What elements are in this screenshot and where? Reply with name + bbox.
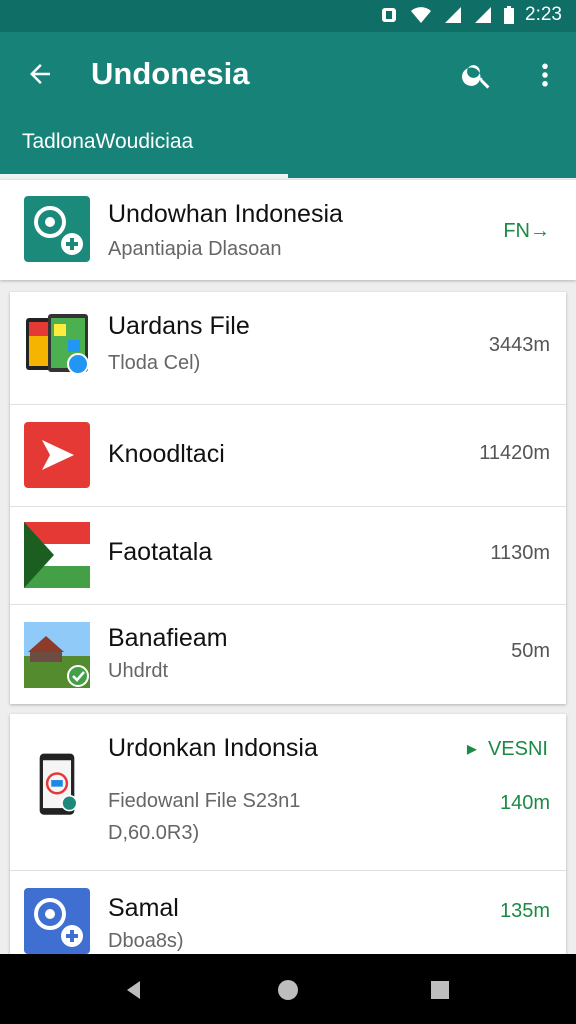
list-item[interactable]: Urdonkan Indonsia ▸ VESNI Fiedowanl File…	[10, 714, 566, 871]
list-item[interactable]: Faotatala 1130m	[10, 506, 566, 605]
featured-item[interactable]: Undowhan Indonesia Apantiapia Dlasoan FN…	[0, 180, 576, 280]
play-icon: ▸	[466, 738, 488, 760]
item-title: Knoodltaci	[108, 440, 225, 468]
download-list-2: Urdonkan Indonsia ▸ VESNI Fiedowanl File…	[10, 714, 566, 964]
item-size: 135m	[499, 900, 550, 922]
signal-icon-2	[475, 7, 492, 23]
list-item[interactable]: Banafieam Uhdrdt 50m	[10, 604, 566, 704]
app-bar: Undonesia TadlonaWoudiciaa	[0, 32, 576, 178]
download-list: Uardans File Tloda Cel) 3443m Knoodltaci…	[10, 292, 566, 704]
install-label: VESNI	[487, 738, 548, 760]
page-title: Undonesia	[91, 56, 250, 91]
more-options-button[interactable]	[524, 54, 566, 96]
list-item[interactable]: Knoodltaci 11420m	[10, 404, 566, 507]
wifi-icon	[411, 7, 432, 23]
item-title: Banafieam	[108, 624, 228, 652]
link-app-icon	[24, 888, 90, 954]
item-title: Uardans File	[108, 312, 250, 340]
install-button[interactable]: ▸ VESNI	[467, 736, 548, 761]
battery-icon	[504, 6, 515, 24]
tab-active[interactable]: TadlonaWoudiciaa	[0, 126, 288, 178]
tab-indicator	[0, 174, 288, 178]
phone-app-icon	[39, 753, 78, 815]
item-title: Urdonkan Indonsia	[108, 734, 318, 762]
item-subtitle-2: D,60.0R3)	[108, 822, 200, 844]
nav-home-button[interactable]	[266, 968, 310, 1012]
navigation-bar	[0, 954, 576, 1024]
flag-app-icon	[24, 522, 90, 588]
signal-icon	[445, 7, 462, 23]
item-title: Faotatala	[108, 538, 213, 566]
featured-action-button[interactable]: FN→	[503, 220, 550, 243]
app-icon-link	[24, 196, 90, 262]
search-button[interactable]	[456, 54, 498, 96]
item-size: 50m	[511, 640, 550, 662]
item-size: 11420m	[479, 442, 550, 464]
list-item[interactable]: Uardans File Tloda Cel) 3443m	[10, 292, 566, 405]
status-icons: 2:23	[379, 4, 562, 26]
tab-label: TadlonaWoudiciaa	[22, 130, 194, 153]
nav-recents-button[interactable]	[418, 968, 462, 1012]
item-subtitle: Uhdrdt	[108, 660, 169, 682]
item-size: 3443m	[488, 334, 550, 356]
item-subtitle: Dboa8s)	[108, 930, 184, 952]
alarm-icon	[382, 8, 397, 22]
nav-back-icon	[127, 981, 140, 999]
back-arrow-icon	[30, 64, 50, 84]
more-vert-icon	[542, 63, 548, 87]
tablet-app-icon	[26, 314, 89, 375]
play-app-icon	[24, 422, 90, 488]
photo-app-icon	[24, 622, 90, 688]
featured-subtitle: Apantiapia Dlasoan	[108, 238, 282, 260]
item-title: Samal	[108, 894, 179, 922]
nav-recents-icon	[431, 981, 449, 999]
item-subtitle: Tloda Cel)	[108, 352, 201, 374]
status-bar: 2:23	[0, 0, 576, 32]
back-button[interactable]	[20, 54, 60, 94]
item-subtitle: Fiedowanl File S23n1	[108, 790, 301, 812]
featured-title: Undowhan Indonesia	[108, 200, 343, 228]
status-time: 2:23	[525, 4, 562, 25]
item-size: 1130m	[490, 542, 550, 564]
search-icon	[462, 65, 490, 89]
list-item[interactable]: Samal Dboa8s) 135m	[10, 870, 566, 964]
nav-home-icon	[278, 980, 298, 1000]
nav-back-button[interactable]	[112, 968, 156, 1012]
item-size: 140m	[499, 792, 550, 814]
